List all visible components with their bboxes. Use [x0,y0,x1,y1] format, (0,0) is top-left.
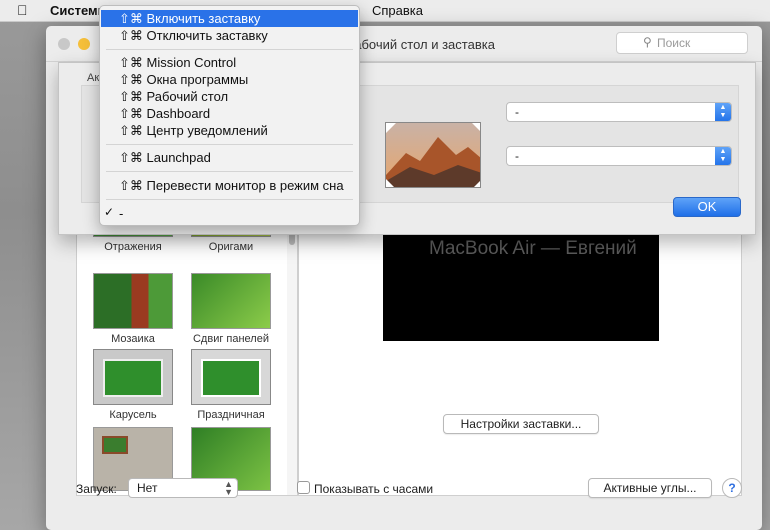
screensaver-thumbnail [93,273,173,329]
menu-separator [106,171,353,172]
show-clock-label: Показывать с часами [314,482,434,496]
menu-item-disable-screensaver[interactable]: ⇧⌘ Отключить заставку [101,27,358,44]
screensaver-thumbnail [93,349,173,405]
menu-item-dashboard[interactable]: ⇧⌘ Dashboard [101,105,358,122]
screensaver-thumbnail [191,273,271,329]
hot-corner-popup-menu: ⇧⌘ Включить заставку ⇧⌘ Отключить застав… [99,5,360,226]
minimize-button[interactable] [78,38,90,50]
screensaver-label: Мозаика [111,333,155,345]
start-select-value: Нет [137,481,158,495]
corner-preview-image [385,122,481,188]
screensaver-label: Праздничная [197,409,265,421]
menu-item-application-windows[interactable]: ⇧⌘ Окна программы [101,71,358,88]
updown-arrows-icon: ▲ ▼ [715,103,731,121]
menu-separator [106,144,353,145]
window-title: Рабочий стол и заставка [346,37,495,52]
preview-caption: MacBook Air — Евгений [429,238,637,259]
preview-panel: MacBook Air — Евгений Настройки заставки… [298,190,742,496]
menu-item-mission-control[interactable]: ⇧⌘ Mission Control [101,54,358,71]
close-button[interactable] [58,38,70,50]
start-label: Запуск: [76,482,117,496]
menu-separator [106,199,353,200]
screensaver-label: Оригами [208,241,254,253]
screensaver-item[interactable]: Праздничная [181,349,281,421]
screensaver-item[interactable]: Карусель [83,349,183,421]
updown-arrows-icon: ▲ ▼ [224,479,233,497]
search-placeholder: Поиск [657,36,691,50]
menu-item-put-display-to-sleep[interactable]: ⇧⌘ Перевести монитор в режим сна [101,177,358,194]
help-menu[interactable]: Справка [372,3,423,18]
updown-arrows-icon: ▲ ▼ [715,147,731,165]
start-select[interactable]: Нет ▲ ▼ [128,478,238,498]
search-icon: ⚲ [643,35,652,49]
help-button[interactable]: ? [722,478,742,498]
screensaver-settings-button[interactable]: Настройки заставки... [443,414,599,434]
sheet-label: Ак [87,72,100,84]
top-right-corner-select[interactable]: - ▲ ▼ [506,102,732,122]
search-input[interactable]: ⚲ Поиск [616,32,748,54]
menu-item-notification-center[interactable]: ⇧⌘ Центр уведомлений [101,122,358,139]
screensaver-item[interactable]: Мозаика [83,273,183,345]
apple-icon[interactable]:  [17,2,28,18]
screensaver-label: Отражения [104,241,162,253]
menu-item-desktop[interactable]: ⇧⌘ Рабочий стол [101,88,358,105]
menu-item-launchpad[interactable]: ⇧⌘ Launchpad [101,149,358,166]
menu-item-start-screensaver[interactable]: ⇧⌘ Включить заставку [101,10,358,27]
ok-button[interactable]: OK [673,197,741,217]
preview-screen: MacBook Air — Евгений [383,226,659,341]
menu-item-none[interactable]: - [101,205,358,222]
bottom-right-corner-select[interactable]: - ▲ ▼ [506,146,732,166]
show-clock-checkbox[interactable] [297,481,310,494]
scrollbar[interactable] [287,191,297,495]
hot-corners-button[interactable]: Активные углы... [588,478,712,498]
screensaver-thumbnail [191,349,271,405]
screensaver-item[interactable]: Сдвиг панелей [181,273,281,345]
screensaver-list[interactable]: Отражения Оригами Мозаика Сдвиг панелей … [76,190,298,496]
screensaver-label: Сдвиг панелей [192,333,269,345]
screensaver-label: Карусель [109,409,157,421]
bottom-right-corner-value: - [515,149,519,163]
menu-separator [106,49,353,50]
top-right-corner-value: - [515,105,519,119]
